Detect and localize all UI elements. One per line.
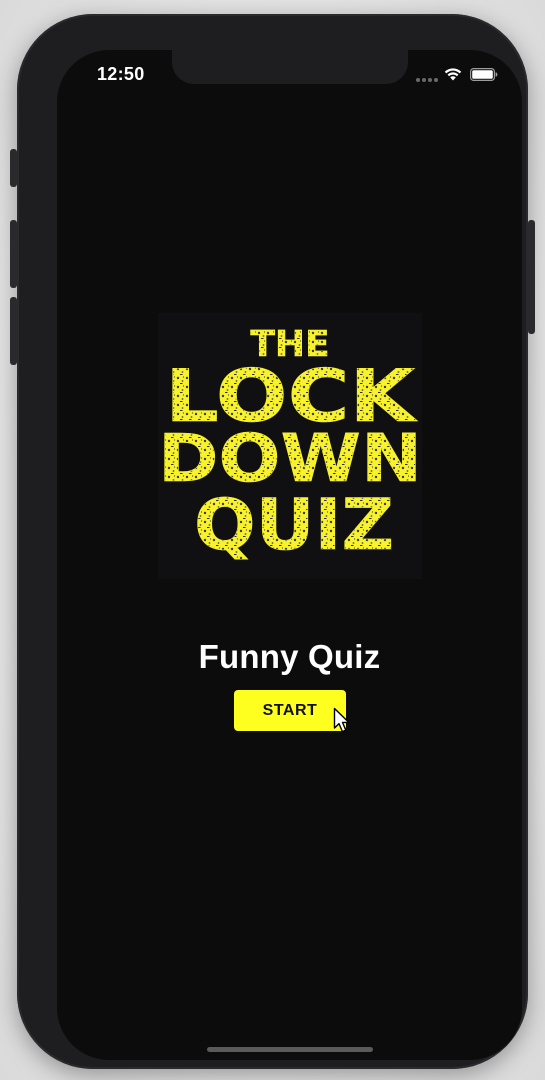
page-title: Funny Quiz bbox=[198, 638, 381, 675]
wifi-icon bbox=[444, 68, 462, 81]
lockdown-quiz-logo: THE LOCK DOWN QUIZ bbox=[158, 313, 422, 579]
volume-up-button bbox=[10, 220, 17, 288]
app-screen: 12:50 THE LOCK DOWN QUIZ Funny Quiz STAR… bbox=[57, 50, 522, 1060]
status-time: 12:50 bbox=[97, 64, 145, 84]
mouse-pointer-icon bbox=[333, 707, 350, 733]
notch bbox=[172, 50, 408, 84]
mute-switch bbox=[10, 149, 17, 187]
power-button bbox=[528, 220, 535, 334]
start-button[interactable]: START bbox=[234, 690, 346, 731]
battery-icon bbox=[470, 68, 498, 81]
phone-frame: 12:50 THE LOCK DOWN QUIZ Funny Quiz STAR… bbox=[10, 14, 535, 1069]
logo-line-quiz: QUIZ bbox=[194, 484, 394, 566]
signal-dots-icon bbox=[416, 78, 438, 82]
volume-down-button bbox=[10, 297, 17, 365]
device-stage: 12:50 THE LOCK DOWN QUIZ Funny Quiz STAR… bbox=[0, 0, 545, 1080]
logo-artwork: THE LOCK DOWN QUIZ bbox=[158, 324, 422, 567]
home-indicator[interactable] bbox=[207, 1047, 373, 1052]
